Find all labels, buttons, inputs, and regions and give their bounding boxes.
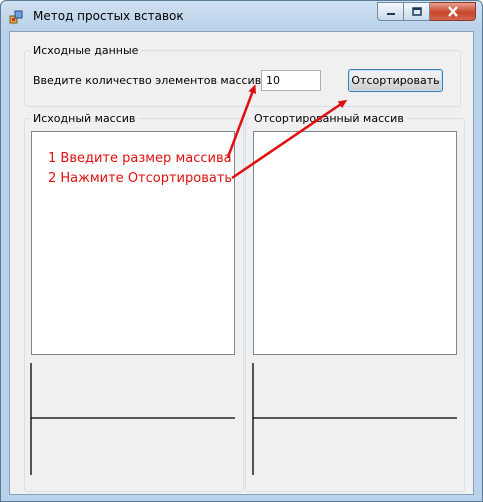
annotation-arrows <box>226 84 348 180</box>
arrow-to-count-input <box>226 84 256 158</box>
arrow-to-sort-button <box>231 99 348 180</box>
